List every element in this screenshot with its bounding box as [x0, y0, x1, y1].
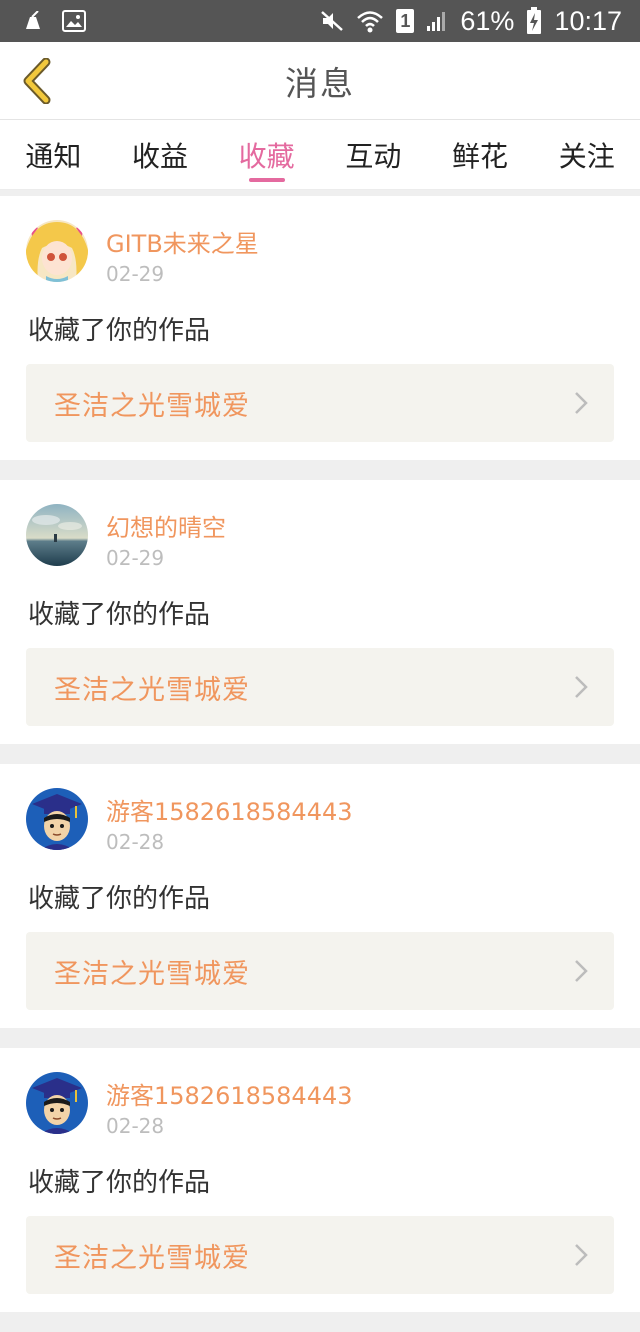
chevron-right-icon — [575, 1244, 588, 1266]
tab-bar: 通知 收益 收藏 互动 鲜花 关注 — [0, 120, 640, 190]
signal-icon — [426, 10, 448, 32]
action-text: 收藏了你的作品 — [28, 884, 211, 914]
avatar[interactable] — [26, 504, 88, 566]
favorites-feed: GITB未来之星 02-29 收藏了你的作品 圣洁之光雪城爱 幻想的晴空 02-… — [0, 196, 640, 1332]
chevron-right-icon — [575, 392, 588, 414]
date: 02-29 — [106, 262, 165, 286]
sim-icon: 1 — [396, 9, 415, 33]
work-title: 圣洁之光雪城爱 — [54, 958, 250, 990]
username[interactable]: 游客1582618584443 — [106, 792, 353, 827]
tab-notifications[interactable]: 通知 — [0, 120, 107, 190]
work-link[interactable]: 圣洁之光雪城爱 — [26, 648, 614, 726]
clock: 10:17 — [554, 5, 622, 36]
work-title: 圣洁之光雪城爱 — [54, 390, 250, 422]
avatar[interactable] — [26, 220, 88, 282]
battery-percent: 61% — [460, 5, 515, 36]
page-title: 消息 — [285, 63, 355, 103]
tab-earnings[interactable]: 收益 — [107, 120, 214, 190]
graduate-cap-avatar — [26, 1072, 88, 1134]
date: 02-28 — [106, 1114, 165, 1138]
sim-label: 1 — [400, 10, 411, 31]
date: 02-28 — [106, 830, 165, 854]
action-text: 收藏了你的作品 — [28, 1168, 211, 1198]
image-icon — [62, 10, 86, 32]
action-text: 收藏了你的作品 — [28, 316, 211, 346]
status-bar-left — [22, 10, 86, 32]
list-item: GITB未来之星 02-29 收藏了你的作品 圣洁之光雪城爱 — [0, 196, 640, 460]
battery-charging-icon — [526, 7, 542, 35]
back-button[interactable] — [16, 56, 56, 106]
work-link[interactable]: 圣洁之光雪城爱 — [26, 932, 614, 1010]
header: 消息 — [0, 42, 640, 120]
cleaner-icon — [22, 11, 44, 31]
list-item: 游客1582618584443 02-28 收藏了你的作品 圣洁之光雪城爱 — [0, 764, 640, 1028]
username[interactable]: 游客1582618584443 — [106, 1076, 353, 1111]
work-link[interactable]: 圣洁之光雪城爱 — [26, 364, 614, 442]
status-bar: 1 61% 10:17 — [0, 0, 640, 42]
chevron-right-icon — [575, 960, 588, 982]
username[interactable]: 幻想的晴空 — [106, 508, 226, 543]
username[interactable]: GITB未来之星 — [106, 224, 259, 259]
wifi-icon — [356, 9, 384, 33]
tab-flowers[interactable]: 鲜花 — [427, 120, 534, 190]
sky-landscape-avatar — [26, 504, 88, 566]
chevron-left-icon — [23, 58, 51, 104]
avatar[interactable] — [26, 1072, 88, 1134]
list-item: 幻想的晴空 02-29 收藏了你的作品 圣洁之光雪城爱 — [0, 480, 640, 744]
work-link[interactable]: 圣洁之光雪城爱 — [26, 1216, 614, 1294]
chevron-right-icon — [575, 676, 588, 698]
tab-interactions[interactable]: 互动 — [320, 120, 427, 190]
work-title: 圣洁之光雪城爱 — [54, 1242, 250, 1274]
anime-girl-avatar — [26, 220, 88, 282]
mute-icon — [320, 10, 344, 32]
tab-follows[interactable]: 关注 — [533, 120, 640, 190]
date: 02-29 — [106, 546, 165, 570]
work-title: 圣洁之光雪城爱 — [54, 674, 250, 706]
status-bar-right: 1 61% 10:17 — [320, 6, 622, 37]
graduate-cap-avatar — [26, 788, 88, 850]
list-item: 游客1582618584443 02-28 收藏了你的作品 圣洁之光雪城爱 — [0, 1048, 640, 1312]
tab-favorites[interactable]: 收藏 — [213, 120, 320, 190]
action-text: 收藏了你的作品 — [28, 600, 211, 630]
avatar[interactable] — [26, 788, 88, 850]
